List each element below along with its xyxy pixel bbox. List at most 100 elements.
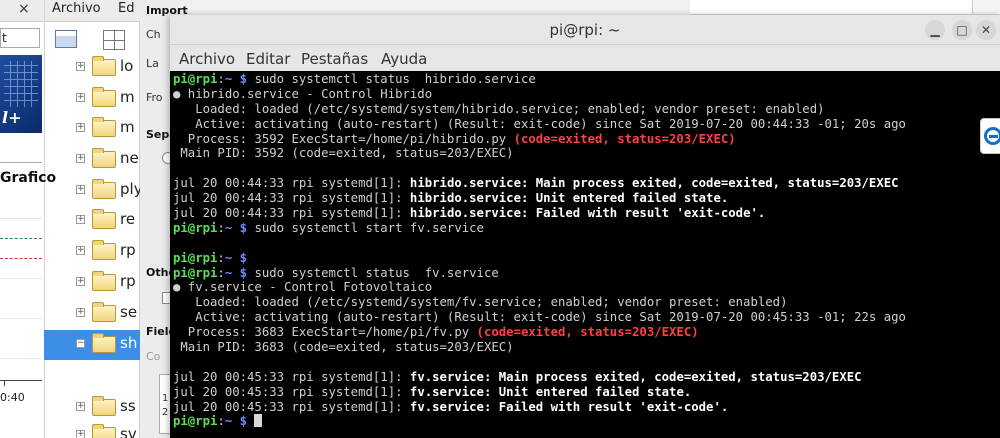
menu-ayuda[interactable]: Ayuda (381, 50, 427, 68)
tree-item[interactable]: + se (72, 302, 140, 326)
folder-icon (92, 396, 116, 416)
expand-icon[interactable]: + (76, 62, 85, 71)
folder-icon (92, 271, 116, 291)
terminal-text-normal: Main PID: 3683 (code=exited, status=203/… (173, 340, 514, 355)
terminal-text-prompt: pi@rpi (173, 72, 218, 86)
terminal-text-normal: jul 20 00:44:33 rpi systemd[1]: (173, 191, 410, 206)
terminal-text-normal: Process: 3683 ExecStart=/home/pi/fv.py (173, 325, 477, 340)
terminal-text-bold: fv.service: Unit entered failed state. (409, 384, 692, 399)
terminal-line: Active: activating (auto-restart) (Resul… (173, 310, 906, 325)
minimize-icon[interactable]: ▁ (925, 20, 945, 40)
terminal-line: pi@rpi:~ $ sudo systemctl start fv.servi… (173, 221, 906, 236)
column-type-label: Co (146, 350, 161, 363)
tree-item-label: re (120, 210, 136, 228)
tree-item-label: se (120, 303, 138, 321)
window-view-icon[interactable] (55, 30, 77, 48)
terminal-text-normal: Active: activating (auto-restart) (Resul… (173, 310, 906, 325)
terminal-text-normal: ● hibrido.service - Control Hibrido (173, 86, 433, 101)
tree-item[interactable]: + ss (72, 396, 140, 420)
background-window-strip (690, 0, 1000, 15)
terminal-text-bold: hibrido.service: Failed with result 'exi… (409, 206, 766, 221)
close-icon[interactable]: ✕ (976, 20, 996, 40)
tree-item[interactable]: + m (72, 87, 140, 111)
tree-item[interactable]: + ply (72, 179, 143, 203)
terminal-line: ● fv.service - Control Fotovoltaico (173, 280, 906, 295)
terminal-line: jul 20 00:44:33 rpi systemd[1]: hibrido.… (173, 176, 906, 191)
expand-icon[interactable]: + (76, 93, 85, 102)
terminal-titlebar[interactable]: pi@rpi: ~ ▁ □ ✕ (170, 15, 1000, 45)
row-number: 1 (162, 393, 169, 404)
tree-item[interactable]: + lo (72, 56, 140, 80)
folder-icon (92, 179, 116, 199)
expand-icon[interactable]: + (76, 154, 85, 163)
terminal-text-bold: hibrido.service: Unit entered failed sta… (409, 191, 729, 206)
remote-access-badge[interactable] (980, 118, 1000, 154)
folder-icon (92, 424, 116, 438)
expand-icon[interactable]: + (76, 215, 85, 224)
terminal-line: Loaded: loaded (/etc/systemd/system/fv.s… (173, 295, 906, 310)
tree-item-label: rp (120, 272, 136, 290)
expand-icon[interactable]: + (76, 246, 85, 255)
terminal-text-normal: jul 20 00:44:33 rpi systemd[1]: (173, 176, 410, 191)
tree-item[interactable]: + sv (72, 424, 140, 438)
menu-pestanas[interactable]: Pestañas (301, 50, 368, 68)
terminal-line: Main PID: 3592 (code=exited, status=203/… (173, 146, 906, 161)
pane-divider[interactable] (44, 0, 45, 438)
terminal-line: Active: activating (auto-restart) (Resul… (173, 117, 906, 132)
terminal-line: Process: 3592 ExecStart=/home/pi/hibrido… (173, 132, 906, 147)
terminal-text-prompt: pi@rpi (173, 220, 218, 235)
folder-icon (92, 87, 116, 107)
terminal-line: Main PID: 3683 (code=exited, status=203/… (173, 340, 906, 355)
address-input[interactable]: t (0, 28, 40, 48)
folder-icon (92, 240, 116, 260)
row-number: 2 (162, 407, 169, 418)
tree-item[interactable]: + ne (72, 148, 140, 172)
tree-item[interactable]: + re (72, 209, 140, 233)
tree-item[interactable]: + m (72, 117, 140, 141)
chart-x-axis (0, 380, 42, 381)
expand-icon[interactable]: + (76, 277, 85, 286)
terminal-text-path: ~ $ (224, 414, 248, 429)
expand-icon[interactable]: + (76, 402, 85, 411)
tree-item-label: lo (120, 57, 134, 75)
expand-icon[interactable]: + (76, 430, 85, 438)
chart-tick-label: 0:40 (0, 391, 25, 404)
collapse-icon[interactable]: − (76, 339, 85, 348)
teamviewer-icon (984, 127, 1000, 145)
tree-item[interactable]: + rp (72, 271, 140, 295)
maximize-icon[interactable]: □ (952, 20, 972, 40)
tree-item[interactable]: + rp (72, 240, 140, 264)
expand-icon[interactable]: + (76, 185, 85, 194)
terminal-text-bold: fv.service: Main process exited, code=ex… (409, 369, 862, 384)
menu-editar[interactable]: Editar (246, 50, 290, 68)
terminal-output[interactable]: pi@rpi:~ $ sudo systemctl status hibrido… (170, 71, 1000, 438)
expand-icon[interactable]: + (76, 123, 85, 132)
terminal-text-path: ~ $ (224, 220, 248, 235)
terminal-text-normal: jul 20 00:45:33 rpi systemd[1]: (173, 384, 410, 399)
tree-item-label: sh (120, 334, 138, 352)
terminal-line: jul 20 00:45:33 rpi systemd[1]: fv.servi… (173, 370, 906, 385)
close-tab-icon[interactable]: × (18, 1, 30, 17)
background-window-button[interactable] (972, 0, 1000, 14)
folder-icon (92, 117, 116, 137)
expand-icon[interactable]: + (76, 308, 85, 317)
terminal-text-normal: : (217, 220, 225, 235)
terminal-text-normal: Loaded: loaded (/etc/systemd/system/fv.s… (173, 295, 788, 310)
terminal-line: pi@rpi:~ $ (173, 251, 906, 266)
tree-item-selected[interactable]: − sh (44, 330, 140, 360)
menu-edit[interactable]: Ed (118, 1, 134, 16)
terminal-text-normal: sudo systemctl status hibrido.service (247, 72, 536, 86)
terminal-text-prompt: pi@rpi (173, 265, 218, 280)
terminal-text-bold: fv.service: Failed with result 'exit-cod… (409, 399, 729, 414)
menu-archivo[interactable]: Archivo (179, 50, 235, 68)
grid-view-icon[interactable] (103, 30, 125, 50)
menu-archivo[interactable]: Archivo (52, 1, 101, 16)
terminal-text-bold: hibrido.service: Main process exited, co… (409, 176, 899, 191)
folder-icon (92, 209, 116, 229)
charset-label: Ch (146, 28, 161, 41)
terminal-line: pi@rpi:~ $ sudo systemctl status fv.serv… (173, 266, 906, 281)
terminal-text-normal: Main PID: 3592 (code=exited, status=203/… (173, 146, 514, 161)
